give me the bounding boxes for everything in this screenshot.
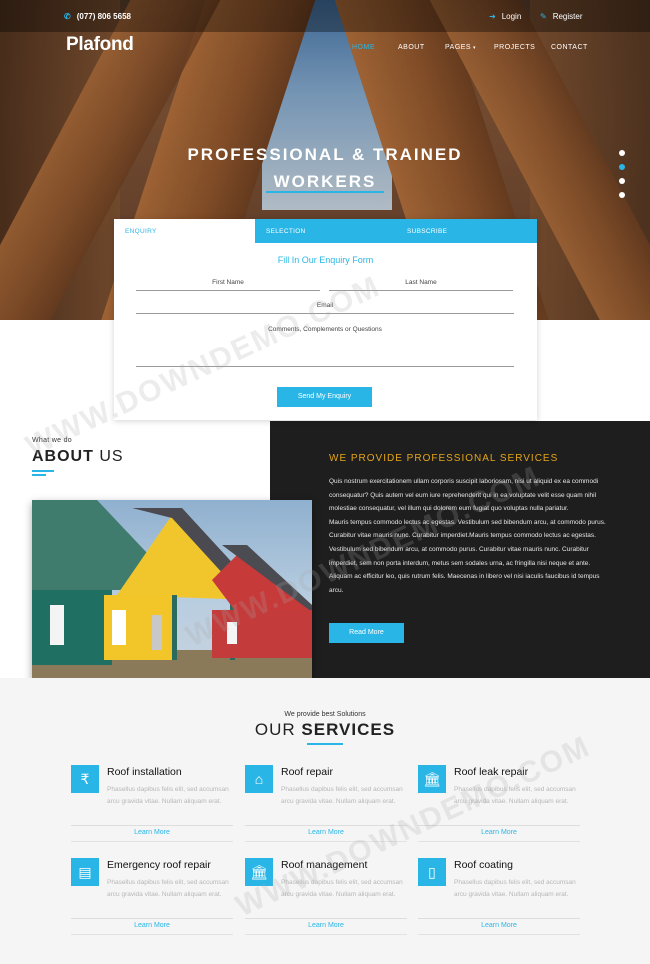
yellow-door — [152, 615, 162, 650]
services-title: OUR SERVICES — [0, 720, 650, 740]
tab-subscribe[interactable]: SUBSCRIBE — [396, 219, 537, 243]
divider — [71, 918, 233, 919]
about-title-rest: US — [93, 448, 124, 465]
phone-info: ✆ (077) 806 5658 — [64, 12, 131, 21]
divider — [245, 934, 407, 935]
service-name: Emergency roof repair — [107, 859, 211, 871]
service-name: Roof repair — [281, 766, 333, 778]
hero-title-line2: WORKERS — [273, 172, 377, 191]
service-name: Roof installation — [107, 766, 182, 778]
divider — [245, 918, 407, 919]
nav-pages-label: PAGES — [445, 44, 472, 51]
hero-underline — [266, 191, 384, 193]
nav-pages[interactable]: PAGES ▾ — [445, 44, 476, 51]
about-underline-short — [32, 474, 46, 476]
services-subtitle: We provide best Solutions — [284, 711, 366, 718]
rupee-icon: ₹ — [71, 765, 99, 793]
form-tabs: ENQUIRY SELECTION SUBSCRIBE — [114, 219, 537, 243]
service-desc: Phasellus dapibus felis elit, sed accums… — [281, 786, 403, 805]
caret-down-icon: ▾ — [471, 45, 477, 51]
site-logo[interactable]: Plafond — [66, 34, 134, 56]
yellow-window — [112, 610, 126, 645]
learn-more-link[interactable]: Learn More — [71, 829, 233, 836]
login-label: Login — [501, 12, 522, 21]
divider — [418, 841, 580, 842]
top-bar: ✆ (077) 806 5658 ➜ Login ✎ Register — [0, 0, 650, 32]
yellow-post — [172, 595, 177, 660]
slider-dot[interactable] — [619, 178, 625, 184]
slider-dot[interactable] — [619, 192, 625, 198]
phone-icon: ✆ — [64, 12, 71, 21]
slider-dot-active[interactable] — [619, 164, 625, 170]
tab-enquiry[interactable]: ENQUIRY — [114, 219, 255, 243]
send-enquiry-button[interactable]: Send My Enquiry — [277, 387, 372, 407]
bank-icon: 🏛 — [418, 765, 446, 793]
login-link[interactable]: ➜ Login — [489, 12, 521, 21]
hero-title-line1: PROFESSIONAL & TRAINED — [187, 145, 463, 164]
service-card: ▯ Roof coating Phasellus dapibus felis e… — [418, 858, 593, 940]
nav-about[interactable]: ABOUT — [398, 44, 425, 51]
nav-projects[interactable]: PROJECTS — [494, 44, 535, 51]
home-icon: ⌂ — [245, 765, 273, 793]
service-card: ▤ Emergency roof repair Phasellus dapibu… — [71, 858, 246, 940]
phone-number: (077) 806 5658 — [76, 12, 131, 21]
divider — [71, 825, 233, 826]
service-name: Roof coating — [454, 859, 513, 871]
read-more-button[interactable]: Read More — [329, 623, 404, 643]
register-link[interactable]: ✎ Register — [540, 12, 583, 21]
nav-contact[interactable]: CONTACT — [551, 44, 588, 51]
service-desc: Phasellus dapibus felis elit, sed accums… — [454, 879, 576, 898]
slider-dot[interactable] — [619, 150, 625, 156]
learn-more-link[interactable]: Learn More — [71, 922, 233, 929]
form-title: Fill In Our Enquiry Form — [277, 255, 374, 265]
about-underline — [32, 470, 54, 472]
learn-more-link[interactable]: Learn More — [245, 922, 407, 929]
green-door — [50, 605, 64, 645]
learn-more-link[interactable]: Learn More — [418, 922, 580, 929]
first-name-field[interactable]: First Name — [136, 279, 320, 286]
green-wall — [32, 590, 112, 665]
register-label: Register — [552, 12, 583, 21]
divider — [418, 918, 580, 919]
services-title-rest: OUR — [254, 720, 302, 739]
mobile-icon: ▯ — [418, 858, 446, 886]
services-underline — [307, 743, 343, 745]
divider — [418, 934, 580, 935]
edit-icon: ✎ — [540, 12, 547, 21]
divider — [71, 841, 233, 842]
service-desc: Phasellus dapibus felis elit, sed accums… — [107, 879, 229, 898]
tab-selection[interactable]: SELECTION — [255, 219, 396, 243]
first-name-underline — [136, 290, 320, 291]
document-icon: ▤ — [71, 858, 99, 886]
service-card: ₹ Roof installation Phasellus dapibus fe… — [71, 765, 246, 847]
service-desc: Phasellus dapibus felis elit, sed accums… — [107, 786, 229, 805]
divider — [71, 934, 233, 935]
nav-home[interactable]: HOME — [352, 44, 375, 51]
services-title-bold: SERVICES — [301, 720, 396, 739]
login-icon: ➜ — [489, 12, 496, 21]
